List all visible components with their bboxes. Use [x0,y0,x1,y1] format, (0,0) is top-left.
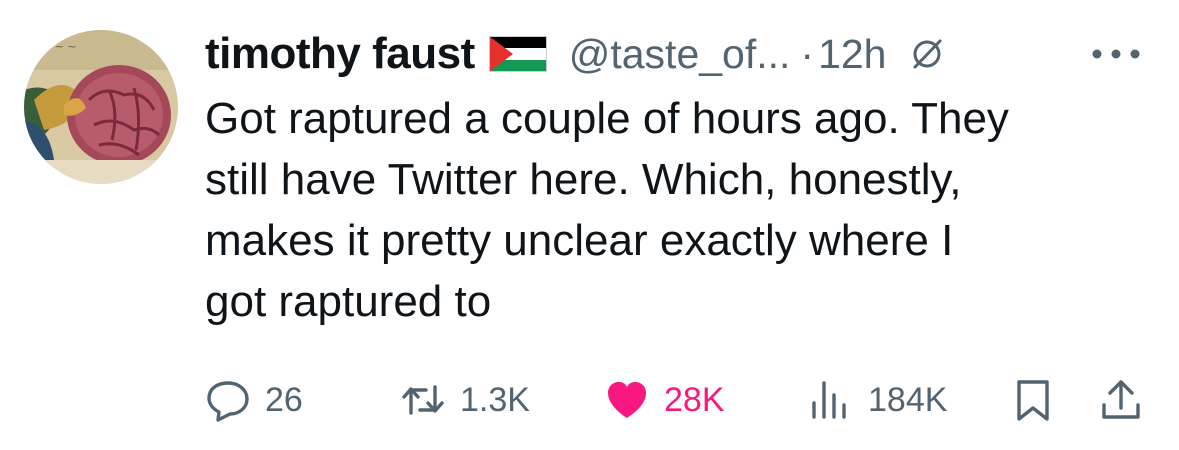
timestamp[interactable]: 12h [818,31,886,78]
tweet-text: Got raptured a couple of hours ago. They… [205,94,1009,326]
reply-count: 26 [265,380,303,419]
like-count: 28K [664,380,725,419]
author-handle[interactable]: @taste_of... [569,31,791,78]
views-count: 184K [868,380,948,419]
tweet-actions: 26 1.3K 28K 184K [0,370,1179,430]
views-button[interactable]: 184K [808,370,947,430]
like-button[interactable]: 28K [604,370,725,430]
grok-icon[interactable] [909,36,945,72]
reply-button[interactable]: 26 [205,370,303,430]
display-name[interactable]: timothy faust [205,29,475,79]
bookmark-button[interactable] [1010,370,1056,430]
avatar-image: ~ ~ ~ [24,30,178,184]
share-button[interactable] [1098,370,1144,430]
bookmark-icon [1010,377,1056,423]
reply-icon [205,377,251,423]
heart-filled-icon [604,377,650,423]
avatar[interactable]: ~ ~ ~ [24,30,178,184]
retweet-count: 1.3K [460,380,530,419]
svg-text:~ ~ ~: ~ ~ ~ [42,40,77,53]
palestine-flag-icon [488,36,547,72]
separator-dot: · [800,30,815,77]
share-icon [1098,377,1144,423]
retweet-button[interactable]: 1.3K [400,370,530,430]
more-dots-icon[interactable] [1088,36,1144,72]
retweet-icon [400,377,446,423]
tweet-header: timothy faust @taste_of... · 12h [205,26,945,82]
views-chart-icon [808,377,854,423]
